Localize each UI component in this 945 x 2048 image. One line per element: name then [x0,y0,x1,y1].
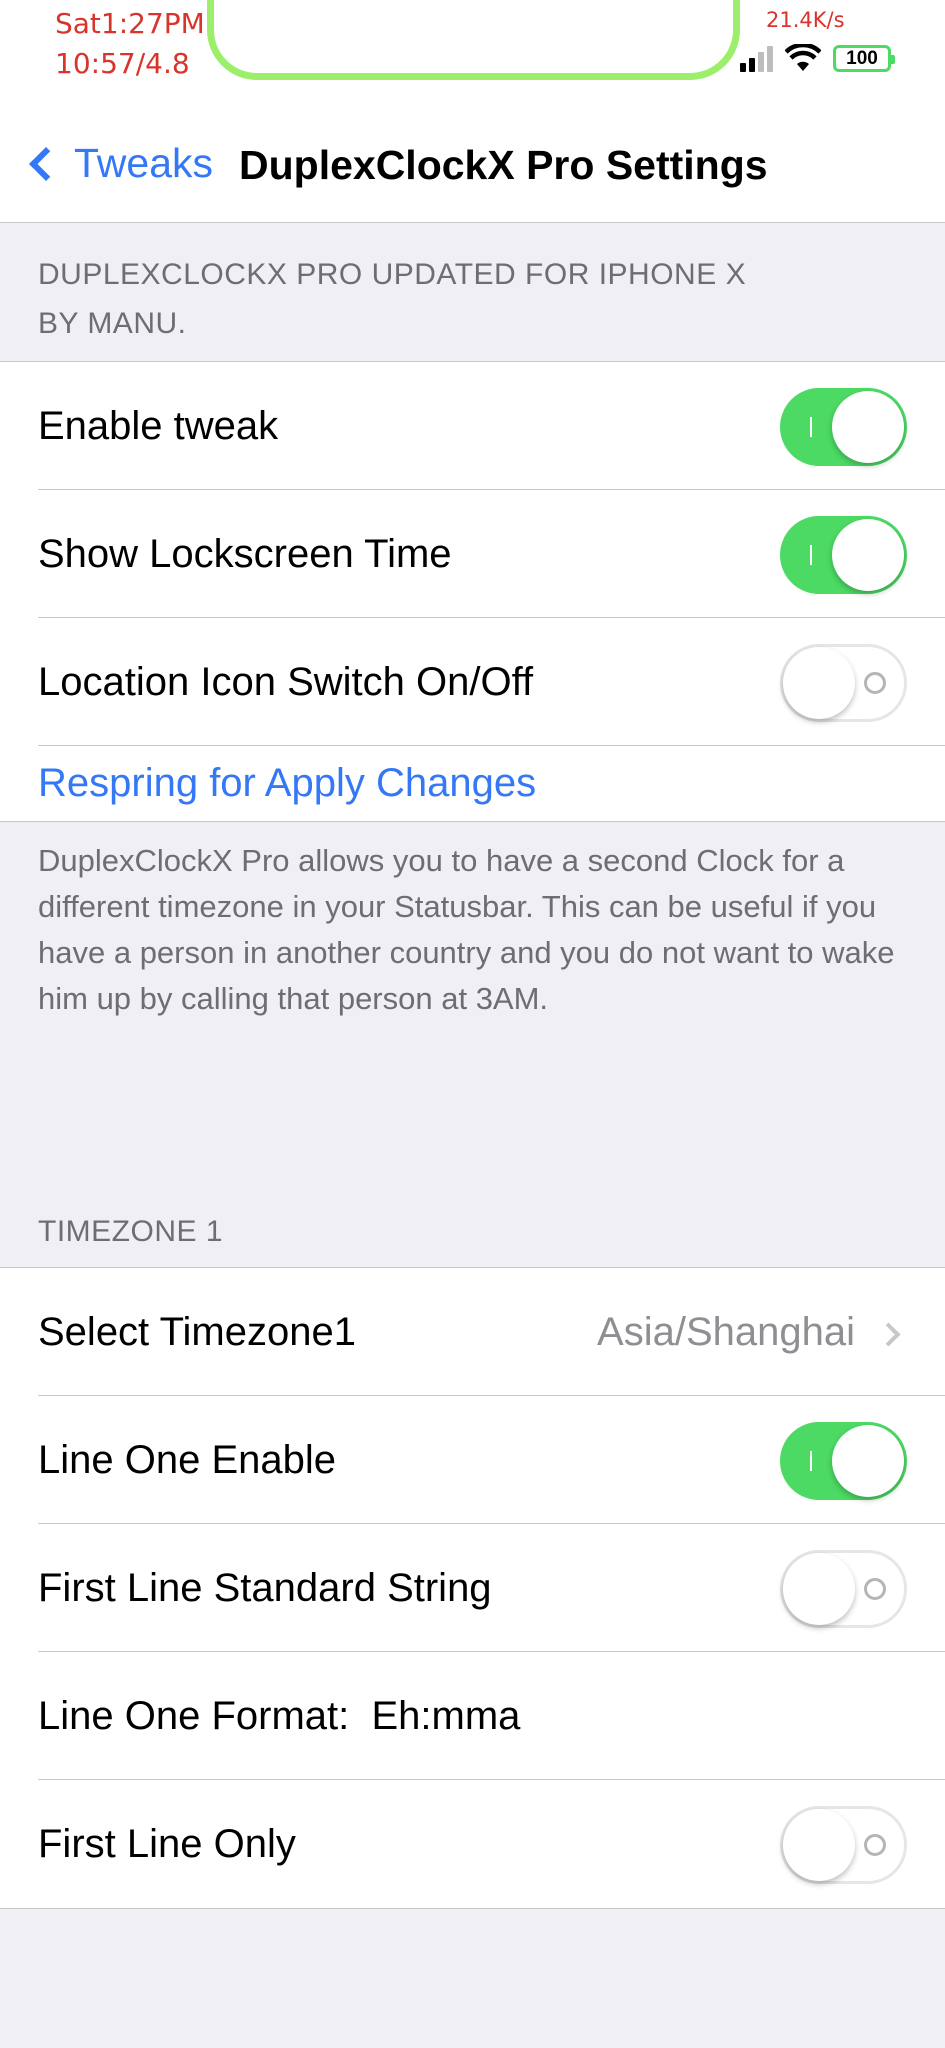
enable-tweak-toggle[interactable] [780,388,907,466]
page-title: DuplexClockX Pro Settings [239,142,768,188]
row-label: First Line Only [38,1822,296,1866]
chevron-right-icon [876,1322,901,1347]
respring-button[interactable]: Respring for Apply Changes [38,746,945,821]
settings-group-timezone: Select Timezone1 Asia/Shanghai Line One … [0,1267,945,1909]
description-text: DuplexClockX Pro allows you to have a se… [38,843,895,1016]
section-header-about: DUPLEXCLOCKX PRO UPDATED FOR IPHONE X BY… [38,258,747,340]
row-first-line-only: First Line Only [38,1780,945,1908]
show-lockscreen-time-toggle[interactable] [780,516,907,594]
chevron-left-icon [29,146,63,181]
status-date-time: Sat1:27PM [55,7,205,40]
row-label: First Line Standard String [38,1566,492,1610]
row-label: Enable tweak [38,404,279,448]
first-line-standard-string-toggle[interactable] [780,1550,907,1628]
location-icon-switch-toggle[interactable] [780,644,907,722]
row-label: Show Lockscreen Time [38,532,452,576]
row-label: Location Icon Switch On/Off [38,660,534,704]
notch-outline [207,0,740,80]
status-bar: Sat1:27PM 10:57/4.8 21.4K/s 100 [0,0,945,90]
back-button[interactable]: Tweaks [20,140,213,187]
back-label: Tweaks [74,140,213,186]
line-one-format-row[interactable]: Line One Format: Eh:mma [38,1652,945,1780]
settings-group-main: Enable tweak Show Lockscreen Time Locati… [0,361,945,822]
row-enable-tweak: Enable tweak [38,362,945,490]
wifi-icon [785,44,821,71]
status-clock-second: 10:57/4.8 [55,47,190,80]
row-show-lockscreen-time: Show Lockscreen Time [38,490,945,618]
status-time: Sat1:27PM 10:57/4.8 [55,4,205,84]
row-line-one-enable: Line One Enable [38,1396,945,1524]
line-one-enable-toggle[interactable] [780,1422,907,1500]
row-location-icon-switch: Location Icon Switch On/Off [38,618,945,746]
battery-icon: 100 [833,45,895,72]
first-line-only-toggle[interactable] [780,1806,907,1884]
respring-label: Respring for Apply Changes [38,761,537,805]
row-label: Line One Enable [38,1438,337,1482]
status-icons: 100 [740,42,895,72]
timezone-value: Asia/Shanghai [597,1310,855,1354]
row-first-line-standard-string: First Line Standard String [38,1524,945,1652]
net-speed: 21.4K/s [766,8,845,32]
select-timezone-row[interactable]: Select Timezone1 Asia/Shanghai [38,1268,945,1396]
section-header-timezone: TIMEZONE 1 [38,1215,224,1248]
row-label: Select Timezone1 [38,1310,356,1354]
signal-icon [740,46,773,72]
navigation-bar: Tweaks DuplexClockX Pro Settings [0,90,945,223]
row-label: Line One Format: Eh:mma [38,1694,521,1738]
